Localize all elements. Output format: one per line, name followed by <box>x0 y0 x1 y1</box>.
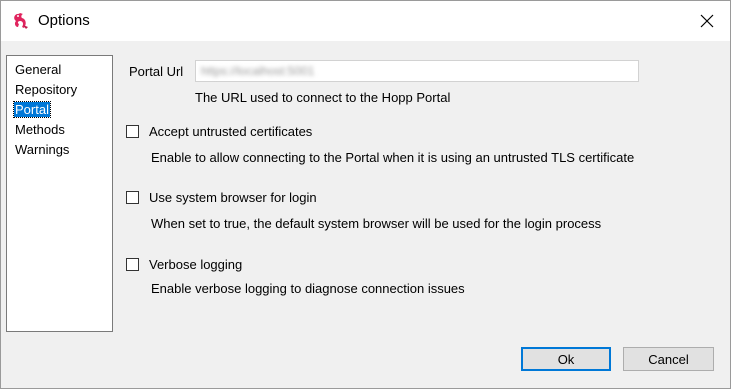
cancel-button[interactable]: Cancel <box>623 347 714 371</box>
title-bar: Options <box>1 1 730 41</box>
window-title: Options <box>38 12 90 29</box>
checkbox-label: Accept untrusted certificates <box>149 124 313 139</box>
nav-item-warnings[interactable]: Warnings <box>7 140 112 160</box>
accept-untrusted-certificates-option[interactable]: Accept untrusted certificates <box>126 124 312 139</box>
options-dialog: Options General Repository Portal Method… <box>0 0 731 389</box>
ok-button[interactable]: Ok <box>521 347 611 371</box>
use-system-browser-option[interactable]: Use system browser for login <box>126 190 317 205</box>
verbose-logging-description: Enable verbose logging to diagnose conne… <box>151 281 465 296</box>
use-system-browser-checkbox[interactable] <box>126 191 139 204</box>
close-button[interactable] <box>684 1 730 41</box>
use-system-browser-description: When set to true, the default system bro… <box>151 216 602 231</box>
checkbox-label: Use system browser for login <box>149 190 317 205</box>
close-icon <box>700 14 714 28</box>
verbose-logging-checkbox[interactable] <box>126 258 139 271</box>
nav-item-repository[interactable]: Repository <box>7 80 112 100</box>
portal-url-help: The URL used to connect to the Hopp Port… <box>195 90 451 105</box>
category-list[interactable]: General Repository Portal Methods Warnin… <box>6 55 113 332</box>
nav-item-label: Methods <box>15 122 65 137</box>
checkbox-label: Verbose logging <box>149 257 243 272</box>
nav-item-label: Warnings <box>15 142 70 157</box>
nav-item-label: Repository <box>15 82 78 97</box>
nav-item-general[interactable]: General <box>7 60 112 80</box>
nav-item-portal[interactable]: Portal <box>7 100 112 120</box>
portal-url-input[interactable] <box>195 60 639 82</box>
app-logo-icon <box>11 11 31 31</box>
nav-item-methods[interactable]: Methods <box>7 120 112 140</box>
nav-item-label: Portal <box>13 101 51 118</box>
verbose-logging-option[interactable]: Verbose logging <box>126 257 242 272</box>
accept-untrusted-certificates-description: Enable to allow connecting to the Portal… <box>151 150 635 165</box>
portal-url-label: Portal Url <box>129 64 184 79</box>
nav-item-label: General <box>15 62 62 77</box>
accept-untrusted-certificates-checkbox[interactable] <box>126 125 139 138</box>
